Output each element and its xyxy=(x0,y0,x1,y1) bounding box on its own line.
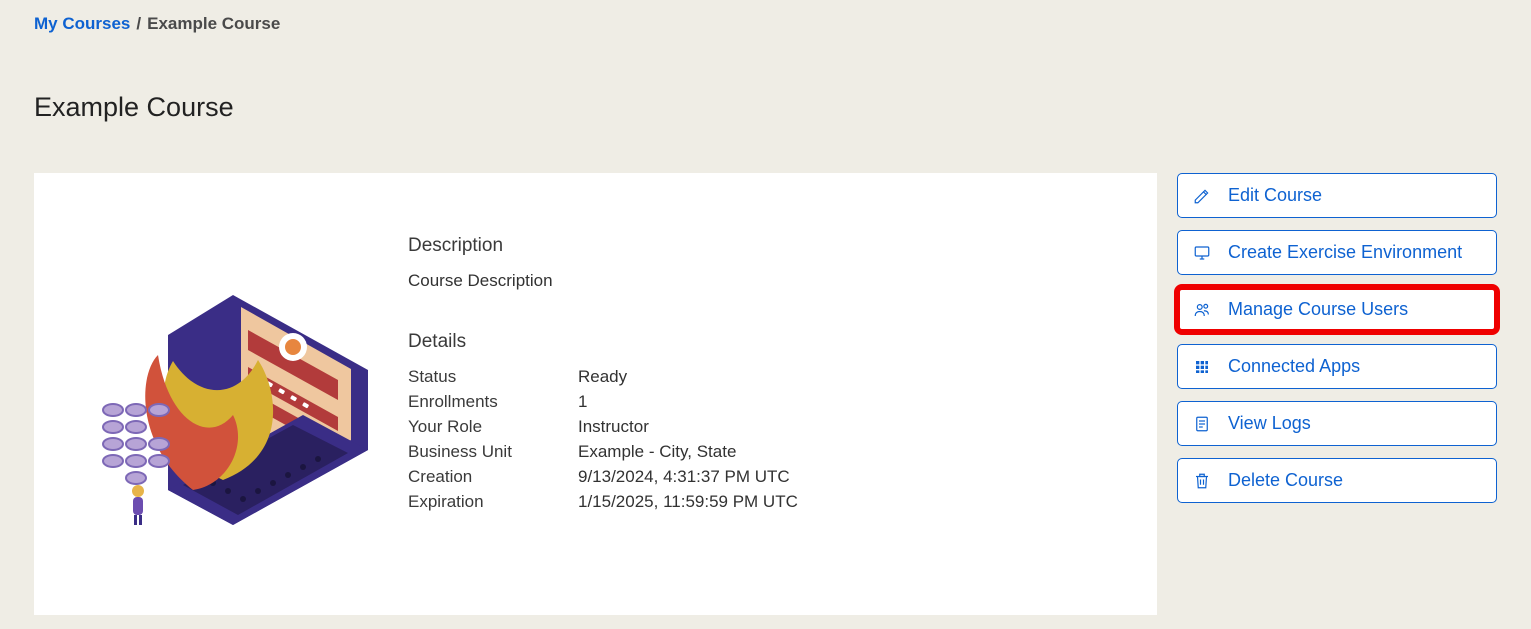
monitor-icon xyxy=(1192,243,1212,263)
breadcrumb-current: Example Course xyxy=(147,14,280,34)
grid-icon xyxy=(1192,357,1212,377)
pencil-icon xyxy=(1192,186,1212,206)
detail-value: Instructor xyxy=(578,417,1113,437)
button-label: View Logs xyxy=(1228,413,1311,434)
actions-panel: Edit Course Create Exercise Environment … xyxy=(1177,173,1497,503)
page-title: Example Course xyxy=(34,92,1497,123)
connected-apps-button[interactable]: Connected Apps xyxy=(1177,344,1497,389)
detail-label: Status xyxy=(408,367,578,387)
detail-value: Example - City, State xyxy=(578,442,1113,462)
users-icon xyxy=(1192,300,1212,320)
button-label: Delete Course xyxy=(1228,470,1343,491)
edit-course-button[interactable]: Edit Course xyxy=(1177,173,1497,218)
document-icon xyxy=(1192,414,1212,434)
details-heading: Details xyxy=(408,331,1113,353)
detail-value: 9/13/2024, 4:31:37 PM UTC xyxy=(578,467,1113,487)
button-label: Connected Apps xyxy=(1228,356,1360,377)
breadcrumb-link-my-courses[interactable]: My Courses xyxy=(34,14,130,34)
description-heading: Description xyxy=(408,235,1113,257)
create-exercise-environment-button[interactable]: Create Exercise Environment xyxy=(1177,230,1497,275)
delete-course-button[interactable]: Delete Course xyxy=(1177,458,1497,503)
detail-value: Ready xyxy=(578,367,1113,387)
view-logs-button[interactable]: View Logs xyxy=(1177,401,1497,446)
details-table: Status Ready Enrollments 1 Your Role Ins… xyxy=(408,367,1113,512)
trash-icon xyxy=(1192,471,1212,491)
detail-label: Creation xyxy=(408,467,578,487)
manage-course-users-button[interactable]: Manage Course Users xyxy=(1177,287,1497,332)
button-label: Manage Course Users xyxy=(1228,299,1408,320)
button-label: Create Exercise Environment xyxy=(1228,242,1462,263)
button-label: Edit Course xyxy=(1228,185,1322,206)
detail-label: Business Unit xyxy=(408,442,578,462)
course-card: Description Course Description Details S… xyxy=(34,173,1157,615)
detail-label: Enrollments xyxy=(408,392,578,412)
detail-value: 1/15/2025, 11:59:59 PM UTC xyxy=(578,492,1113,512)
breadcrumb-separator: / xyxy=(136,14,141,34)
breadcrumb: My Courses / Example Course xyxy=(34,14,1497,34)
course-illustration xyxy=(78,235,378,535)
detail-label: Expiration xyxy=(408,492,578,512)
detail-value: 1 xyxy=(578,392,1113,412)
detail-label: Your Role xyxy=(408,417,578,437)
description-text: Course Description xyxy=(408,271,1113,291)
